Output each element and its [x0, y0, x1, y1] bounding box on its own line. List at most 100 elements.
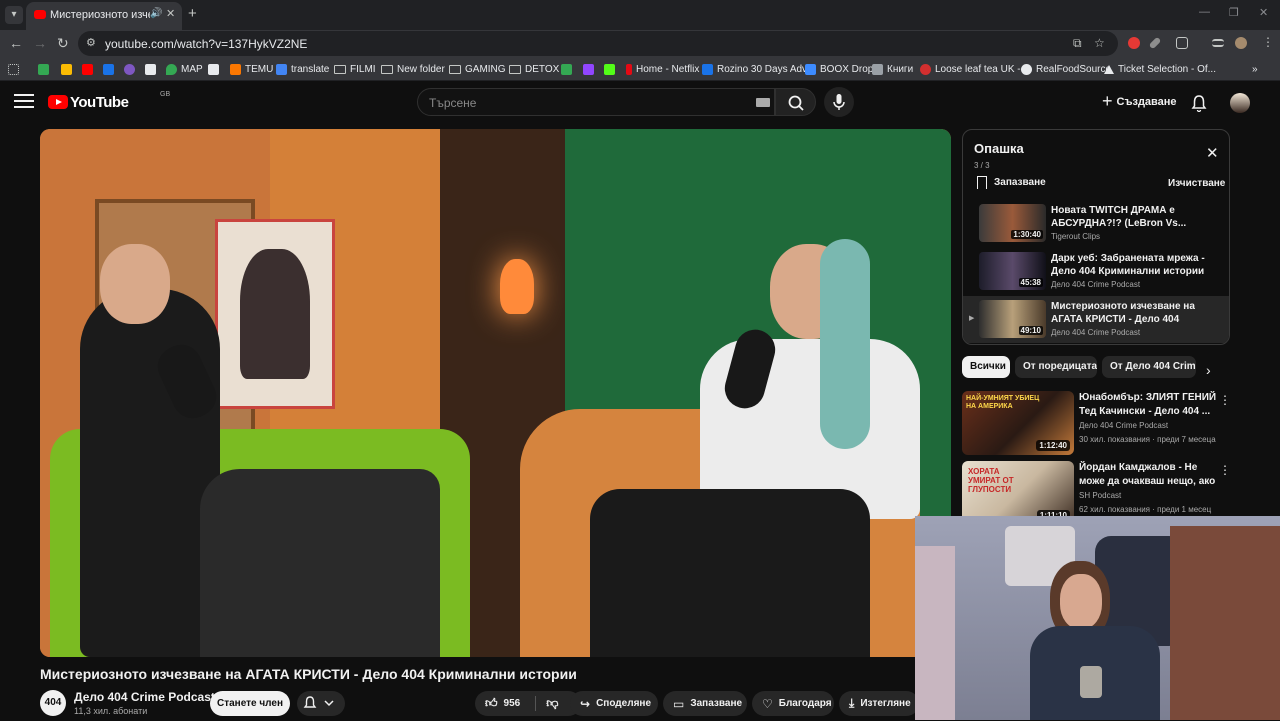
window-close-icon[interactable]: ✕ [1259, 6, 1268, 19]
queue-item[interactable]: 45:38 Дарк уеб: Забранената мрежа - Дело… [963, 248, 1229, 295]
extension-red-icon[interactable] [1128, 37, 1140, 49]
recommendation-title: Йордан Камджалов - Не може да очакваш не… [1079, 462, 1216, 487]
bookmarks-bar: MAP TEMU translate FILMI New folder GAMI… [0, 57, 1280, 81]
account-avatar[interactable] [1230, 93, 1250, 113]
queue-close-icon[interactable]: ✕ [1206, 144, 1219, 162]
scene-guest-skirt [590, 489, 870, 657]
install-app-icon[interactable]: ⧉ [1073, 36, 1082, 51]
bookmark-icon [977, 176, 987, 189]
bookmark-icon-green[interactable] [38, 61, 53, 77]
queue-item[interactable]: 1:30:40 Новата TWITCH ДРАМА е АБСУРДНА?!… [963, 200, 1229, 247]
bookmark-icon-twitch[interactable] [583, 61, 598, 77]
dislike-icon[interactable]: 👎︎ [546, 696, 558, 711]
url-text[interactable]: youtube.com/watch?v=137HykVZ2NE [105, 37, 307, 51]
bookmark-amazon-icon[interactable] [208, 61, 223, 77]
bookmark-icon-youtube[interactable] [82, 61, 97, 77]
site-info-icon[interactable]: ⚙ [86, 36, 96, 49]
back-icon[interactable]: ← [9, 35, 23, 51]
bookmark-map[interactable]: MAP [166, 61, 203, 77]
keyboard-icon[interactable] [756, 98, 770, 107]
speaker-icon[interactable]: 🔊 [150, 8, 162, 19]
bookmark-icon-chart[interactable] [561, 61, 576, 77]
channel-name[interactable]: Дело 404 Crime Podcast [74, 690, 215, 704]
browser-toolbar: ← → ↻ ⚙ youtube.com/watch?v=137HykVZ2NE … [0, 30, 1280, 57]
bookmark-icon-yellow[interactable] [61, 61, 76, 77]
browser-tab-active[interactable]: Мистериозното изчезване на АГАТА КРИСТИ … [26, 2, 182, 30]
bookmark-folder-detox[interactable]: DETOX [509, 61, 559, 77]
webcam-glass [1080, 666, 1102, 698]
scene-salt-lamp [500, 259, 534, 314]
bookmark-translate[interactable]: translate [276, 61, 329, 77]
scene-host-left-legs [200, 469, 440, 657]
channel-avatar[interactable]: 404 [40, 690, 66, 716]
like-count[interactable]: 956 [504, 698, 521, 709]
forward-icon[interactable]: → [33, 35, 47, 51]
hamburger-menu-icon[interactable] [14, 94, 34, 110]
more-options-icon[interactable]: ⋮ [1219, 463, 1231, 477]
bookmark-icon-purple[interactable] [124, 61, 139, 77]
address-bar[interactable]: ⚙ youtube.com/watch?v=137HykVZ2NE ⧉ ☆ [78, 31, 1118, 56]
save-bookmark-icon: ▭ [673, 696, 685, 711]
queue-thumbnail: 1:30:40 [979, 204, 1046, 242]
bookmark-temu[interactable]: TEMU [230, 61, 273, 77]
queue-save-button[interactable]: Запазване [977, 176, 1046, 189]
voice-search-button[interactable] [824, 87, 854, 117]
notifications-bell-icon[interactable] [1191, 94, 1207, 116]
chip-all[interactable]: Всички [962, 356, 1010, 378]
bookmark-folder-filmi[interactable]: FILMI [334, 61, 376, 77]
like-icon[interactable]: 👍︎ [485, 696, 498, 711]
share-button[interactable]: ↪ Споделяне [570, 691, 658, 716]
bookmark-folder-new[interactable]: New folder [381, 61, 445, 77]
bookmark-star-icon[interactable]: ☆ [1094, 36, 1105, 50]
queue-item-current[interactable]: ▶ 49:10 Мистериозното изчезване на АГАТА… [963, 296, 1229, 343]
bookmark-icon-instagram[interactable] [145, 61, 160, 77]
bookmark-knigi[interactable]: Книги [872, 61, 913, 77]
queue-clear-button[interactable]: Изчистване [1168, 178, 1225, 189]
download-button[interactable]: ⤓ Изтегляне [839, 691, 919, 716]
bookmark-icon-blue[interactable] [103, 61, 118, 77]
chrome-menu-icon[interactable]: ⋮ [1262, 35, 1274, 49]
extensions-puzzle-icon[interactable] [1176, 37, 1188, 49]
apps-grid-icon[interactable] [8, 61, 23, 77]
chip-from-channel[interactable]: От Дело 404 Crime [1102, 356, 1196, 378]
queue-item-title: Новата TWITCH ДРАМА е АБСУРДНА?!? (LeBro… [1051, 205, 1187, 229]
chevron-right-icon[interactable]: › [1206, 362, 1211, 378]
create-button[interactable]: + Създаване [1096, 88, 1180, 116]
bookmark-tickets[interactable]: Ticket Selection - Of... [1104, 61, 1216, 77]
bookmark-rozino[interactable]: Rozino 30 Days Adv... [702, 61, 815, 77]
save-button[interactable]: ▭ Запазване [663, 691, 747, 716]
webcam-shelf [1170, 526, 1280, 720]
bookmark-tea[interactable]: Loose leaf tea UK -... [920, 61, 1029, 77]
join-button[interactable]: Станете член [210, 691, 290, 716]
extension-pen-icon[interactable] [1148, 36, 1162, 50]
bookmark-realfood[interactable]: RealFoodSource [1021, 61, 1111, 77]
tab-close-icon[interactable]: ✕ [166, 7, 175, 20]
search-button[interactable] [775, 88, 816, 116]
duration-badge: 1:30:40 [1011, 230, 1043, 239]
subscription-bell-button[interactable] [297, 691, 345, 716]
youtube-logo[interactable]: YouTube GB [48, 91, 170, 113]
like-dislike-group: 👍︎ 956 👎︎ [475, 691, 581, 716]
scene-host-left-head [100, 244, 170, 324]
bookmark-folder-gaming[interactable]: GAMING [449, 61, 506, 77]
minimize-icon[interactable]: — [1199, 6, 1210, 18]
search-input[interactable]: Търсене [417, 88, 775, 116]
more-options-icon[interactable]: ⋮ [1219, 393, 1231, 407]
bookmark-boox[interactable]: BOOX Drop [805, 61, 873, 77]
maximize-icon[interactable]: ❐ [1229, 6, 1239, 19]
recommendation-item[interactable]: НАЙ-УМНИЯТ УБИЕЦ НА АМЕРИКА 1:12:40 Юнаб… [962, 391, 1231, 457]
queue-item-title: Мистериозното изчезване на АГАТА КРИСТИ … [1051, 301, 1195, 325]
thanks-button[interactable]: ♡ Благодаря [752, 691, 834, 716]
tab-search-icon[interactable]: ▾ [5, 6, 23, 24]
new-tab-icon[interactable]: + [188, 5, 197, 22]
reload-icon[interactable]: ↻ [57, 35, 69, 52]
queue-title: Опашка [974, 141, 1024, 156]
bookmark-icon-k[interactable] [604, 61, 619, 77]
search-icon [788, 95, 804, 111]
bookmark-netflix[interactable]: Home - Netflix [626, 61, 699, 77]
reading-list-icon[interactable] [1212, 39, 1224, 47]
profile-avatar[interactable] [1235, 37, 1247, 49]
chip-from-series[interactable]: От поредицата [1015, 356, 1097, 378]
bookmarks-overflow-icon[interactable]: » [1252, 61, 1258, 77]
video-player[interactable] [40, 129, 951, 657]
